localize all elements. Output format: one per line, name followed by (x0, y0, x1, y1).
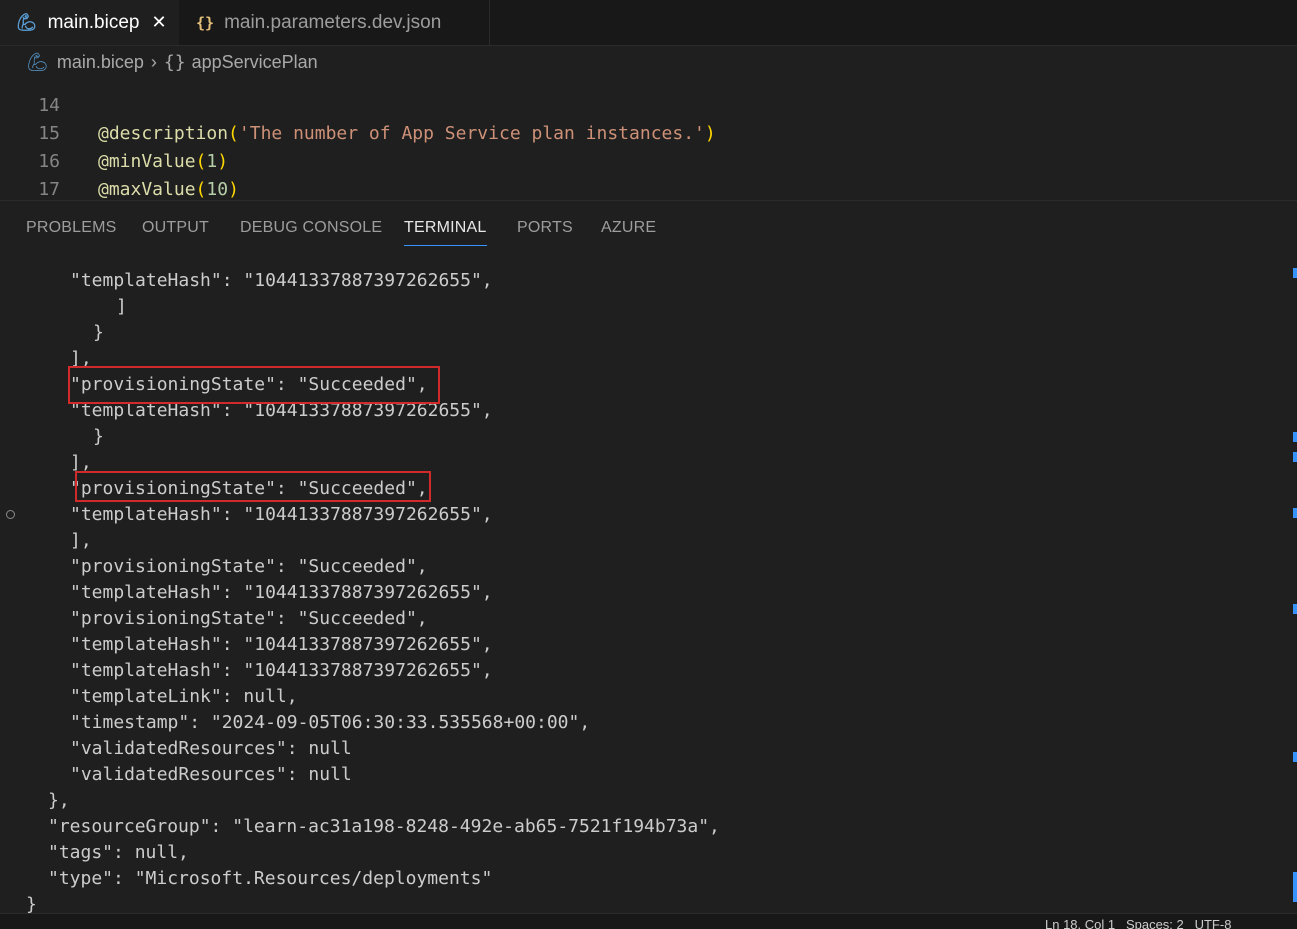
code-line: 18 (0, 177, 43, 200)
active-tab-underline (404, 245, 487, 246)
scrollbar-marker (1293, 452, 1297, 462)
close-icon[interactable]: ✕ (151, 12, 166, 33)
tab-ports[interactable]: PORTS (517, 219, 573, 237)
tab-main-bicep[interactable]: 💪︎ main.bicep ✕ (0, 0, 179, 45)
tab-label: main.bicep (47, 11, 140, 33)
status-bar: Ln 18, Col 1 Spaces: 2 UTF-8 (0, 913, 1297, 929)
tab-azure[interactable]: AZURE (601, 219, 656, 237)
terminal-output[interactable]: "templateHash": "10441337887397262655", … (0, 268, 1290, 913)
terminal-line: "tags": null, (48, 842, 189, 863)
highlight-box (68, 366, 440, 404)
terminal-line: "templateHash": "10441337887397262655", (70, 582, 493, 603)
breadcrumb: 💪︎ main.bicep › {} appServicePlan (0, 46, 1297, 78)
json-braces-icon: {} (196, 13, 215, 32)
terminal-line: "templateHash": "10441337887397262655", (70, 270, 493, 291)
terminal-line: "templateHash": "10441337887397262655", (70, 504, 493, 525)
terminal-line: } (26, 894, 37, 913)
terminal-line: } (93, 426, 104, 447)
line-code: @minValue(1) (98, 151, 229, 172)
scrollbar-marker (1293, 752, 1297, 762)
code-line: 14 @description('The number of App Servi… (0, 78, 715, 144)
code-line: 17 param appServicePlanInstanceCount int… (0, 148, 60, 200)
terminal-line: "templateLink": null, (70, 686, 298, 707)
tab-main-parameters-dev-json[interactable]: {} main.parameters.dev.json (180, 0, 490, 45)
bicep-icon: 💪︎ (26, 51, 49, 72)
scrollbar-marker (1293, 268, 1297, 278)
terminal-line: } (93, 322, 104, 343)
tab-terminal[interactable]: TERMINAL (404, 219, 487, 246)
terminal-line: "validatedResources": null (70, 764, 352, 785)
code-line: 16 @maxValue(10) (0, 120, 239, 200)
terminal-line: "templateHash": "10441337887397262655", (70, 634, 493, 655)
panel-tab-bar: PROBLEMS OUTPUT DEBUG CONSOLE TERMINAL P… (0, 201, 1297, 251)
code-editor[interactable]: 14 @description('The number of App Servi… (0, 78, 1297, 200)
terminal-command-marker-icon (6, 510, 15, 519)
terminal-line: "validatedResources": null (70, 738, 352, 759)
scrollbar-marker (1293, 872, 1297, 902)
code-line: 15 @minValue(1) (0, 92, 228, 172)
scrollbar-marker (1293, 508, 1297, 518)
tab-problems[interactable]: PROBLEMS (26, 219, 117, 237)
terminal-line: ], (70, 530, 92, 551)
terminal-line: "timestamp": "2024-09-05T06:30:33.535568… (70, 712, 591, 733)
scrollbar-marker (1293, 432, 1297, 442)
terminal-line: "templateHash": "10441337887397262655", (70, 660, 493, 681)
terminal-line: ] (116, 296, 127, 317)
terminal-line: "provisioningState": "Succeeded", (70, 608, 428, 629)
symbol-braces-icon: {} (163, 51, 186, 73)
terminal-line: }, (48, 790, 70, 811)
tab-output[interactable]: OUTPUT (142, 219, 209, 237)
tab-label: main.parameters.dev.json (224, 11, 442, 33)
terminal-line: "type": "Microsoft.Resources/deployments… (48, 868, 493, 889)
highlight-box (75, 471, 431, 502)
line-code: @description('The number of App Service … (98, 123, 716, 144)
terminal-line: "provisioningState": "Succeeded", (70, 556, 428, 577)
scrollbar-marker (1293, 604, 1297, 614)
breadcrumb-symbol[interactable]: appServicePlan (192, 52, 318, 73)
chevron-right-icon: › (150, 51, 157, 72)
editor-tab-bar: 💪︎ main.bicep ✕ {} main.parameters.dev.j… (0, 0, 1297, 46)
breadcrumb-file[interactable]: main.bicep (57, 52, 144, 73)
tab-debug-console[interactable]: DEBUG CONSOLE (240, 219, 382, 237)
line-code: @maxValue(10) (98, 179, 239, 200)
terminal-line: "resourceGroup": "learn-ac31a198-8248-49… (48, 816, 720, 837)
status-text[interactable]: Ln 18, Col 1 Spaces: 2 UTF-8 (1045, 917, 1231, 929)
bicep-icon: 💪︎ (16, 12, 38, 32)
